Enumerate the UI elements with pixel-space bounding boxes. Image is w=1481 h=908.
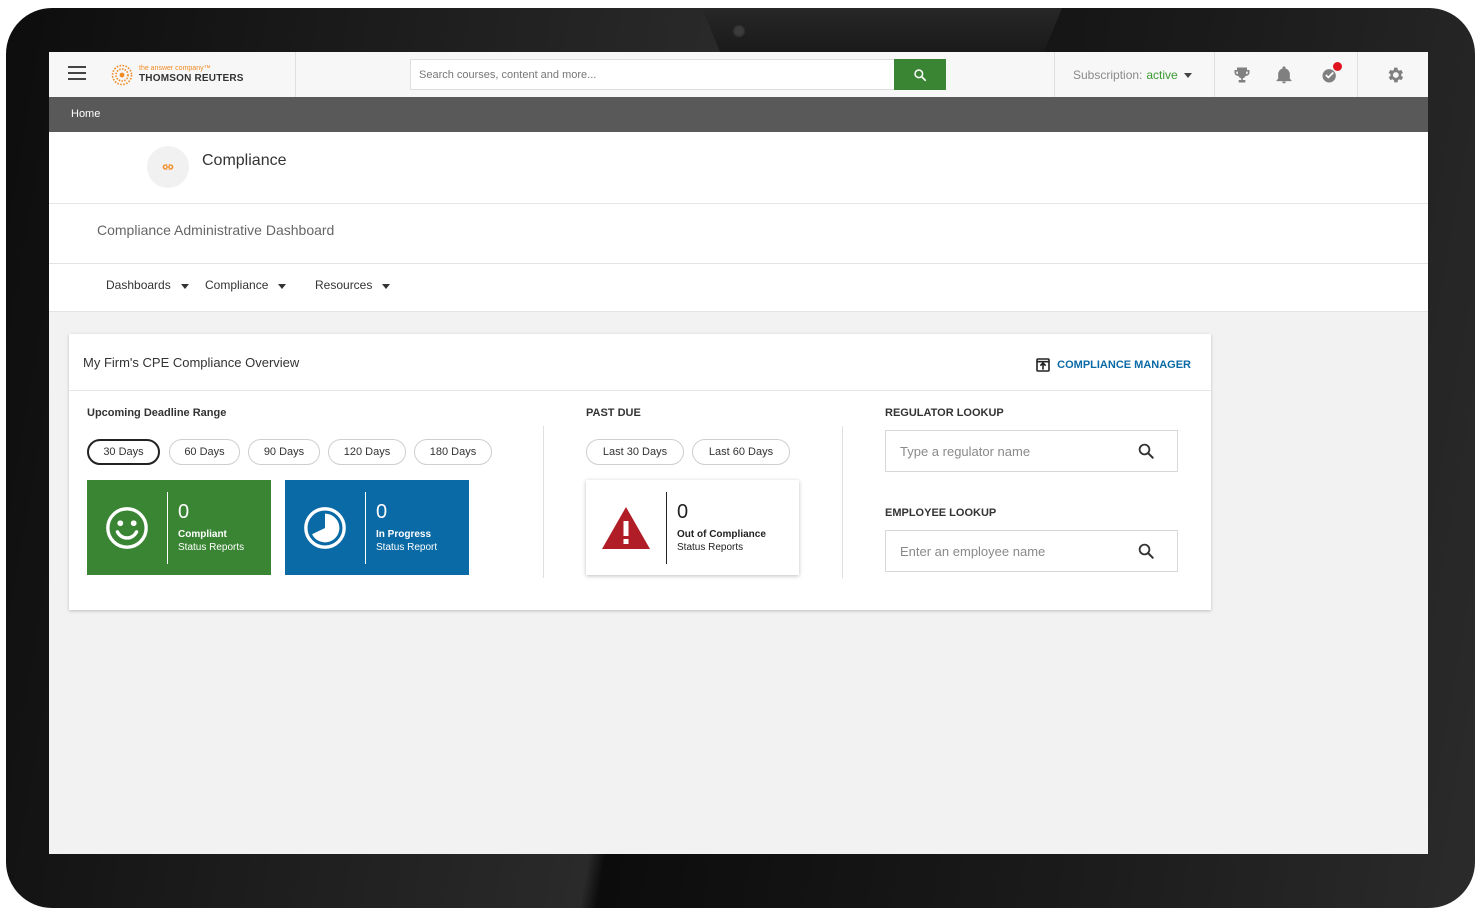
subscription-dropdown[interactable]: Subscription: active <box>1073 68 1192 82</box>
range-120-days[interactable]: 120 Days <box>328 439 406 465</box>
nav-dashboards[interactable]: Dashboards <box>106 278 189 292</box>
chevron-down-icon <box>180 283 189 289</box>
compliance-manager-link[interactable]: COMPLIANCE MANAGER <box>1035 357 1191 373</box>
logo-name: THOMSON REUTERS <box>139 73 244 84</box>
compliance-manager-label: COMPLIANCE MANAGER <box>1057 359 1191 371</box>
divider <box>295 52 296 97</box>
regulator-lookup-input[interactable] <box>886 431 1154 471</box>
nav-resources-label: Resources <box>315 278 373 292</box>
trophy-icon[interactable] <box>1232 65 1252 85</box>
range-60-days[interactable]: 60 Days <box>169 439 240 465</box>
in-progress-sublabel: Status Report <box>376 542 438 553</box>
nav-compliance-label: Compliance <box>205 278 269 292</box>
hamburger-menu-icon[interactable] <box>68 66 86 82</box>
compliant-status-tile[interactable]: 0 Compliant Status Reports <box>87 480 271 575</box>
notification-alert-icon[interactable] <box>1320 62 1342 85</box>
range-last-60-days[interactable]: Last 60 Days <box>692 439 790 465</box>
in-progress-status-tile[interactable]: 0 In Progress Status Report <box>285 480 469 575</box>
app-screen: the answer company™ THOMSON REUTERS Subs… <box>49 52 1428 854</box>
search-icon <box>914 68 927 81</box>
warning-triangle-icon <box>586 505 666 551</box>
out-of-compliance-sublabel: Status Reports <box>677 542 744 553</box>
logo-tagline: the answer company™ <box>139 65 211 72</box>
range-last-30-days[interactable]: Last 30 Days <box>586 439 684 465</box>
employee-lookup-input[interactable] <box>886 531 1154 571</box>
main-nav: Dashboards Compliance Resources <box>49 264 1428 312</box>
search-input[interactable] <box>410 59 894 90</box>
nav-compliance[interactable]: Compliance <box>205 278 287 292</box>
employee-lookup-field <box>885 530 1178 572</box>
chevron-down-icon <box>278 283 287 289</box>
top-bar: the answer company™ THOMSON REUTERS Subs… <box>49 52 1428 98</box>
out-of-compliance-label: Out of Compliance <box>677 529 766 540</box>
clock-pie-icon <box>285 505 365 551</box>
out-of-compliance-count: 0 <box>677 501 689 523</box>
in-progress-label: In Progress <box>376 529 432 540</box>
divider <box>1214 52 1215 97</box>
compliant-label: Compliant <box>178 529 227 540</box>
regulator-lookup-label: REGULATOR LOOKUP <box>885 407 1004 419</box>
regulator-lookup-field <box>885 430 1178 472</box>
breadcrumb-home[interactable]: Home <box>71 108 100 120</box>
nav-resources[interactable]: Resources <box>315 278 391 292</box>
column-divider <box>543 426 544 578</box>
range-180-days[interactable]: 180 Days <box>414 439 492 465</box>
divider <box>1054 52 1055 97</box>
unread-badge <box>1333 62 1342 71</box>
thomson-reuters-logo[interactable]: the answer company™ THOMSON REUTERS <box>111 62 244 88</box>
subscription-status: active <box>1146 68 1178 82</box>
subscription-label: Subscription: <box>1073 68 1143 82</box>
device-notch <box>702 8 1062 52</box>
out-of-compliance-tile[interactable]: 0 Out of Compliance Status Reports <box>586 480 799 575</box>
dashboard-subtitle: Compliance Administrative Dashboard <box>97 222 335 238</box>
dashboard-subtitle-bar: Compliance Administrative Dashboard <box>49 204 1428 264</box>
breadcrumb: Home <box>49 97 1428 132</box>
nav-dashboards-label: Dashboards <box>106 278 171 292</box>
in-progress-count: 0 <box>376 501 388 523</box>
column-divider <box>842 426 843 578</box>
link-icon <box>147 146 189 188</box>
compliant-sublabel: Status Reports <box>178 542 245 553</box>
page-header: Compliance <box>49 132 1428 204</box>
gear-icon[interactable] <box>1385 65 1405 85</box>
search-button[interactable] <box>894 59 946 90</box>
search-icon[interactable] <box>1137 442 1155 460</box>
open-external-icon <box>1036 358 1050 372</box>
card-title: My Firm's CPE Compliance Overview <box>83 355 300 370</box>
bell-icon[interactable] <box>1274 65 1294 85</box>
cpe-compliance-overview-card: My Firm's CPE Compliance Overview COMPLI… <box>69 334 1211 610</box>
search-bar <box>410 59 946 90</box>
card-header: My Firm's CPE Compliance Overview COMPLI… <box>69 334 1211 391</box>
employee-lookup-label: EMPLOYEE LOOKUP <box>885 507 997 519</box>
logo-dots-icon <box>111 64 133 86</box>
chevron-down-icon <box>1183 72 1192 78</box>
page-title: Compliance <box>202 152 287 169</box>
range-30-days[interactable]: 30 Days <box>87 439 160 465</box>
search-icon[interactable] <box>1137 542 1155 560</box>
range-90-days[interactable]: 90 Days <box>248 439 320 465</box>
divider <box>1357 52 1358 97</box>
chevron-down-icon <box>382 283 391 289</box>
upcoming-deadline-label: Upcoming Deadline Range <box>87 407 227 419</box>
smiley-icon <box>87 505 167 551</box>
past-due-label: PAST DUE <box>586 407 641 419</box>
compliant-count: 0 <box>178 501 190 523</box>
camera-icon <box>732 24 746 38</box>
